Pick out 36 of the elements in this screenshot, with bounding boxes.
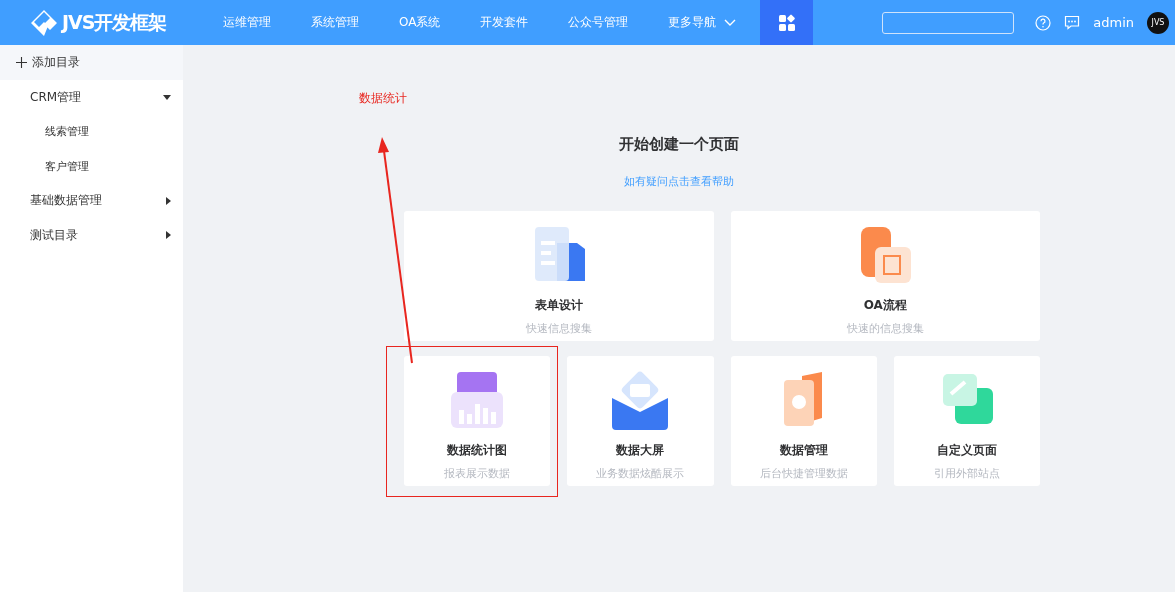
annotation-text: 数据统计: [359, 90, 407, 107]
template-card[interactable]: 数据管理 后台快捷管理数据: [730, 356, 877, 486]
card-title: 表单设计: [534, 297, 583, 314]
plus-icon: [16, 57, 27, 68]
add-directory-button[interactable]: 添加目录: [0, 45, 183, 80]
grid-icon: [777, 13, 796, 32]
card-title: OA流程: [863, 297, 907, 314]
chevron-down-icon: [724, 18, 737, 27]
card-subtitle: 业务数据炫酷展示: [596, 466, 685, 481]
help-icon[interactable]: [1035, 14, 1052, 31]
page-heading: 开始创建一个页面: [618, 135, 740, 154]
card-subtitle: 引用外部站点: [933, 466, 1000, 481]
search-field[interactable]: [882, 11, 1015, 34]
template-card[interactable]: 数据统计图 报表展示数据: [404, 356, 551, 486]
submenu-item[interactable]: 线索管理: [0, 114, 183, 149]
menu-item[interactable]: 基础数据管理: [0, 183, 183, 218]
apps-button[interactable]: [760, 0, 814, 45]
logo-text: JVS开发框架: [62, 9, 167, 35]
card-title: 数据管理: [779, 442, 828, 459]
card-title: 数据大屏: [616, 442, 665, 459]
card-title: 数据统计图: [447, 442, 508, 459]
card-title: 自定义页面: [936, 442, 997, 459]
card-subtitle: 报表展示数据: [444, 466, 511, 481]
template-card[interactable]: 数据大屏 业务数据炫酷展示: [567, 356, 714, 486]
card-subtitle: 快速信息搜集: [525, 321, 592, 336]
submenu-item[interactable]: 客户管理: [0, 149, 183, 184]
message-icon[interactable]: [1064, 15, 1081, 30]
menu-item[interactable]: CRM管理: [0, 80, 183, 115]
template-card[interactable]: 表单设计 快速信息搜集: [404, 211, 714, 341]
template-card[interactable]: OA流程 快速的信息搜集: [730, 211, 1040, 341]
card-subtitle: 后台快捷管理数据: [759, 466, 848, 481]
logo-icon: [30, 8, 58, 37]
template-card[interactable]: 自定义页面 引用外部站点: [893, 356, 1040, 486]
menu-item[interactable]: 测试目录: [0, 218, 183, 253]
avatar[interactable]: JVS: [1147, 11, 1169, 34]
card-subtitle: 快速的信息搜集: [846, 321, 924, 336]
